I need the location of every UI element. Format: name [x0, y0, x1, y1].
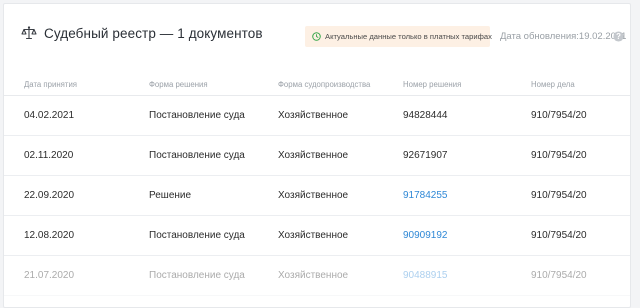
page-title: Судебный реестр — 1 документов: [44, 26, 263, 41]
cell-form: Постановление суда: [149, 110, 245, 121]
decision-number-link[interactable]: 90488915: [403, 270, 448, 281]
cell-date: 21.07.2020: [24, 270, 75, 281]
table-row: 22.09.2020 Решение Хозяйственное 9178425…: [4, 176, 630, 216]
svg-text:?: ?: [616, 32, 621, 41]
column-header-proceeding[interactable]: Форма судопроизводства: [278, 80, 370, 89]
decision-number-link[interactable]: 91784255: [403, 190, 448, 201]
column-header-form[interactable]: Форма решения: [149, 80, 208, 89]
cell-form: Постановление суда: [149, 270, 245, 281]
paid-data-notice[interactable]: Актуальные данные только в платных тариф…: [305, 26, 492, 47]
cell-number: 94828444: [403, 110, 448, 121]
cell-proceeding: Хозяйственное: [278, 270, 349, 281]
card-header: Судебный реестр — 1 документов Актуальны…: [4, 4, 630, 66]
cell-proceeding: Хозяйственное: [278, 150, 349, 161]
decision-number-link[interactable]: 90909192: [403, 230, 448, 241]
clock-icon: [312, 32, 321, 41]
cell-number: 92671907: [403, 150, 448, 161]
table-row: 04.02.2021 Постановление суда Хозяйствен…: [4, 96, 630, 136]
column-header-number[interactable]: Номер решения: [403, 80, 461, 89]
column-header-case[interactable]: Номер дела: [531, 80, 575, 89]
cell-case: 910/7954/20: [531, 110, 587, 121]
cell-form: Постановление суда: [149, 150, 245, 161]
table-row: 02.11.2020 Постановление суда Хозяйствен…: [4, 136, 630, 176]
cell-case: 910/7954/20: [531, 270, 587, 281]
cell-form: Решение: [149, 190, 192, 201]
cell-proceeding: Хозяйственное: [278, 190, 349, 201]
table-header: Дата принятия Форма решения Форма судопр…: [4, 66, 630, 96]
question-icon[interactable]: ?: [613, 31, 624, 42]
update-date: Дата обновления:19.02.2021: [500, 31, 627, 42]
column-header-date[interactable]: Дата принятия: [24, 80, 77, 89]
cell-case: 910/7954/20: [531, 230, 587, 241]
scales-icon: [21, 26, 37, 40]
court-registry-card: Судебный реестр — 1 документов Актуальны…: [3, 3, 631, 308]
cell-case: 910/7954/20: [531, 150, 587, 161]
cell-date: 04.02.2021: [24, 110, 75, 121]
cell-date: 22.09.2020: [24, 190, 75, 201]
cell-proceeding: Хозяйственное: [278, 230, 349, 241]
cell-proceeding: Хозяйственное: [278, 110, 349, 121]
table-row: 21.07.2020 Постановление суда Хозяйствен…: [4, 256, 630, 296]
notice-text: Актуальные данные только в платных тариф…: [325, 32, 492, 41]
cell-case: 910/7954/20: [531, 190, 587, 201]
cell-form: Постановление суда: [149, 230, 245, 241]
table-row: 12.08.2020 Постановление суда Хозяйствен…: [4, 216, 630, 256]
cell-date: 02.11.2020: [24, 150, 74, 161]
cell-date: 12.08.2020: [24, 230, 75, 241]
registry-table: Дата принятия Форма решения Форма судопр…: [4, 66, 630, 296]
